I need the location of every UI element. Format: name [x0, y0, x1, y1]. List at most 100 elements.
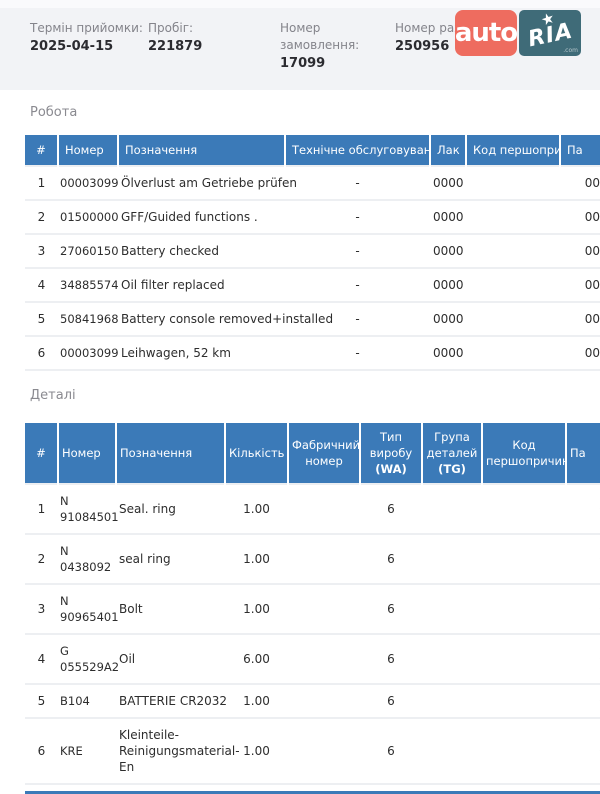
cell-name: GFF/Guided functions .: [118, 200, 285, 234]
cell-qty: 1.00: [225, 534, 288, 584]
cell-service: -: [285, 234, 430, 268]
table-row: 1 N 91084501 Seal. ring 1.00 6 6: [25, 484, 600, 534]
service-report-page: Термін прийомки: 2025-04-15 Пробіг: 2218…: [0, 0, 600, 794]
cell-factory-num: [288, 684, 360, 718]
cell-pa: 0000: [560, 234, 600, 268]
cell-product-type: 6: [360, 484, 422, 534]
cell-root-cause: [482, 684, 566, 718]
cell-num: 4: [25, 268, 58, 302]
work-table-header-row: # Номер Позначення Технічне обслуговуван…: [25, 135, 600, 166]
cell-root-cause: [482, 718, 566, 784]
top-strip: [0, 0, 600, 8]
column-header-code: Номер: [58, 423, 116, 484]
cell-product-type: 6: [360, 584, 422, 634]
column-header-part-group: Група деталей (TG): [422, 423, 482, 484]
cell-part-group: [422, 634, 482, 684]
cell-num: 2: [25, 200, 58, 234]
cell-code: B104: [58, 684, 116, 718]
cell-pa: 6: [566, 534, 600, 584]
table-row: 5 B104 BATTERIE CR2032 1.00 6 6: [25, 684, 600, 718]
cell-code: 00003099: [58, 166, 118, 200]
cell-name: Oil filter replaced: [118, 268, 285, 302]
cell-code: 34885574: [58, 268, 118, 302]
cell-code: N 0438092: [58, 534, 116, 584]
parts-table: # Номер Позначення Кількість Фабричний н…: [25, 423, 600, 785]
column-header-lacquer: Лак: [430, 135, 466, 166]
cell-name: Bolt: [116, 584, 225, 634]
cell-code: N 90965401: [58, 584, 116, 634]
cell-name: seal ring: [116, 534, 225, 584]
cell-root-cause: [482, 534, 566, 584]
column-header-label: Тип виробу: [370, 430, 413, 460]
parts-table-header-row: # Номер Позначення Кількість Фабричний н…: [25, 423, 600, 484]
field-value: 250956: [395, 37, 457, 57]
cell-num: 1: [25, 166, 58, 200]
field-mileage: Пробіг: 221879: [148, 20, 280, 90]
cell-code: 50841968: [58, 302, 118, 336]
cell-factory-num: [288, 634, 360, 684]
field-label: Номер рахунку:: [395, 20, 457, 37]
cell-pa: 0000: [560, 200, 600, 234]
work-section-title: Робота: [30, 105, 600, 121]
cell-root-cause: [482, 484, 566, 534]
cell-num: 3: [25, 584, 58, 634]
cell-code: 00003099: [58, 336, 118, 370]
cell-product-type: 6: [360, 534, 422, 584]
cell-pa: 6: [566, 718, 600, 784]
table-row: 6 00003099 Leihwagen, 52 km - 0000 0000: [25, 336, 600, 370]
column-header-product-type: Тип виробу (WA): [360, 423, 422, 484]
cell-name: Battery console removed+installed: [118, 302, 285, 336]
field-order-number: Номер замовлення: 17099: [280, 20, 395, 90]
autoria-logo[interactable]: auto ★ RIA .com: [455, 10, 581, 56]
cell-part-group: [422, 684, 482, 718]
table-row: 1 00003099 Ölverlust am Getriebe prüfen …: [25, 166, 600, 200]
cell-name: Ölverlust am Getriebe prüfen: [118, 166, 285, 200]
auto-logo-box[interactable]: auto: [455, 10, 517, 56]
cell-name: Oil: [116, 634, 225, 684]
cell-name: Leihwagen, 52 km: [118, 336, 285, 370]
cell-service: -: [285, 166, 430, 200]
cell-factory-num: [288, 718, 360, 784]
cell-factory-num: [288, 584, 360, 634]
cell-qty: 6.00: [225, 634, 288, 684]
cell-code: N 91084501: [58, 484, 116, 534]
cell-part-group: [422, 534, 482, 584]
column-header-qty: Кількість: [225, 423, 288, 484]
cell-pa: 6: [566, 584, 600, 634]
ria-logo-tld: .com: [563, 47, 578, 54]
cell-name: BATTERIE CR2032: [116, 684, 225, 718]
cell-pa: 0000: [560, 268, 600, 302]
column-header-root-cause: Код першопричини: [482, 423, 566, 484]
column-header-pa: Па: [566, 423, 600, 484]
table-row: 3 27060150 Battery checked - 0000 0000: [25, 234, 600, 268]
cell-pa: 0000: [560, 336, 600, 370]
cell-root-cause: [466, 200, 560, 234]
field-label: Номер замовлення:: [280, 20, 395, 54]
cell-num: 4: [25, 634, 58, 684]
column-header-name: Позначення: [116, 423, 225, 484]
cell-num: 5: [25, 684, 58, 718]
cell-qty: 1.00: [225, 484, 288, 534]
cell-num: 3: [25, 234, 58, 268]
cell-lacquer: 0000: [430, 302, 466, 336]
table-row: 6 KRE Kleinteile-Reinigungsmaterial-En 1…: [25, 718, 600, 784]
ria-logo-box[interactable]: ★ RIA .com: [519, 10, 581, 56]
column-header-code: Номер: [58, 135, 118, 166]
cell-factory-num: [288, 534, 360, 584]
cell-name: Seal. ring: [116, 484, 225, 534]
field-value: 221879: [148, 37, 280, 57]
cell-pa: 6: [566, 634, 600, 684]
cell-name: Battery checked: [118, 234, 285, 268]
column-header-num: #: [25, 423, 58, 484]
cell-root-cause: [482, 634, 566, 684]
column-header-wa: (WA): [375, 462, 407, 476]
column-header-label: Група деталей: [427, 430, 478, 460]
cell-product-type: 6: [360, 684, 422, 718]
table-row: 2 N 0438092 seal ring 1.00 6 6: [25, 534, 600, 584]
cell-root-cause: [466, 302, 560, 336]
cell-lacquer: 0000: [430, 234, 466, 268]
field-label: Термін прийомки:: [30, 20, 148, 37]
cell-name: Kleinteile-Reinigungsmaterial-En: [116, 718, 225, 784]
cell-code: 01500000: [58, 200, 118, 234]
cell-service: -: [285, 336, 430, 370]
